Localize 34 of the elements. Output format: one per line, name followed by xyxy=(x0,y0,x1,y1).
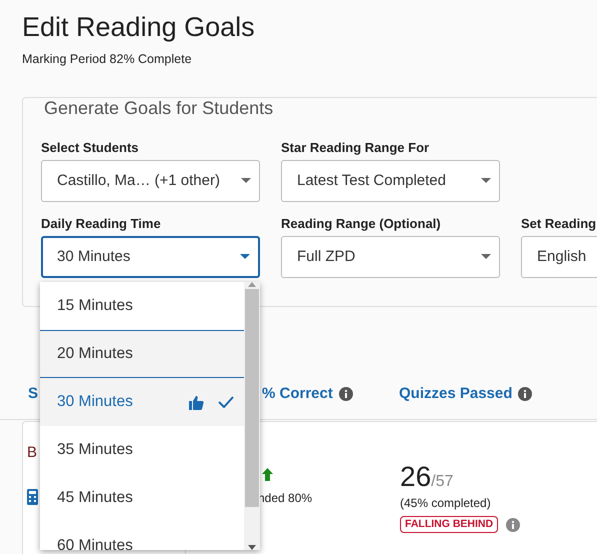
field-label: Reading Range (Optional) xyxy=(281,216,442,232)
quizzes-total: /57 xyxy=(431,472,454,492)
dropdown-option[interactable]: 35 Minutes xyxy=(40,426,244,474)
calculator-icon xyxy=(27,488,38,505)
field-label: Set Reading xyxy=(521,216,597,232)
dropdown-option[interactable]: 45 Minutes xyxy=(40,474,244,522)
dropdown-option[interactable]: 15 Minutes xyxy=(40,282,244,330)
column-header[interactable]: S xyxy=(28,382,38,406)
field-label: Star Reading Range For xyxy=(281,140,430,156)
dropdown-option[interactable]: 20 Minutes xyxy=(40,330,244,378)
column-header[interactable]: Quizzes Passed xyxy=(399,382,512,406)
caret-icon xyxy=(481,254,491,260)
caret-icon xyxy=(240,254,250,260)
status-badge: FALLING BEHIND xyxy=(400,516,498,534)
dropdown-option[interactable]: 30 Minutes xyxy=(40,378,244,426)
page-subtitle: Marking Period 82% Complete xyxy=(22,51,193,68)
caret-icon xyxy=(241,178,251,184)
caret-icon xyxy=(481,178,491,184)
scroll-up-icon xyxy=(248,282,256,287)
select-field[interactable]: Latest Test Completed xyxy=(281,160,500,202)
field-label: Select Students xyxy=(41,140,140,156)
progress-text: (45% completed) xyxy=(400,495,492,512)
select-field[interactable]: English xyxy=(521,236,597,278)
field-label: Daily Reading Time xyxy=(41,216,162,232)
student-name: B xyxy=(27,443,38,464)
page-title: Edit Reading Goals xyxy=(22,11,256,44)
select-field[interactable]: Castillo, Ma… (+1 other) xyxy=(41,160,260,202)
scrollbar[interactable] xyxy=(244,282,260,550)
quizzes-passed: 26 xyxy=(400,462,432,492)
select-field[interactable]: Full ZPD xyxy=(281,236,500,278)
column-header[interactable]: % Correct xyxy=(262,382,333,406)
scroll-down-icon xyxy=(248,545,256,550)
info-icon xyxy=(506,518,520,532)
select-field[interactable]: 30 Minutes xyxy=(41,236,260,278)
